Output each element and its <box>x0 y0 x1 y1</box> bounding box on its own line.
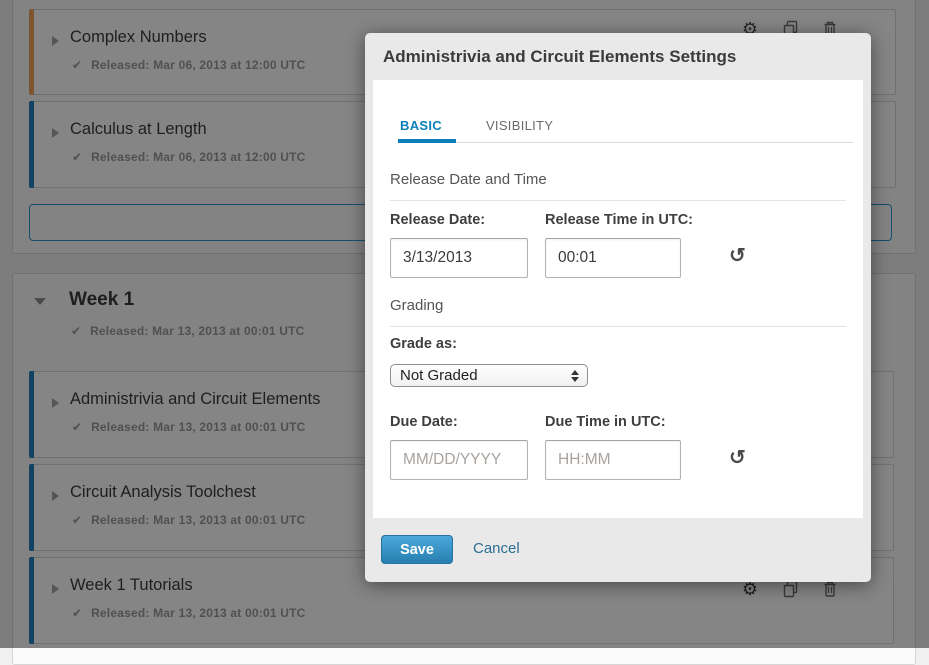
reset-release-icon[interactable]: ↺ <box>729 246 746 266</box>
modal-body: BASIC VISIBILITY Release Date and Time R… <box>373 80 863 518</box>
grade-select[interactable]: Not Graded <box>390 364 588 387</box>
modal-tabs: BASIC VISIBILITY <box>400 118 853 143</box>
reset-due-icon[interactable]: ↺ <box>729 448 746 468</box>
cancel-link[interactable]: Cancel <box>473 540 520 557</box>
release-date-label: Release Date: <box>390 212 485 228</box>
subsection-settings-modal: Administrivia and Circuit Elements Setti… <box>365 33 871 582</box>
modal-title: Administrivia and Circuit Elements Setti… <box>383 45 736 69</box>
tab-visibility[interactable]: VISIBILITY <box>486 118 553 133</box>
due-date-label: Due Date: <box>390 414 458 430</box>
save-button[interactable]: Save <box>381 535 453 564</box>
release-time-label: Release Time in UTC: <box>545 212 693 228</box>
due-date-input[interactable] <box>390 440 528 480</box>
release-section-heading: Release Date and Time <box>390 170 846 201</box>
grade-as-label: Grade as: <box>390 336 457 352</box>
grading-section-heading: Grading <box>390 296 846 327</box>
due-time-input[interactable] <box>545 440 681 480</box>
release-date-input[interactable] <box>390 238 528 278</box>
due-time-label: Due Time in UTC: <box>545 414 666 430</box>
select-arrows-icon <box>571 370 579 382</box>
grade-select-value: Not Graded <box>400 367 478 384</box>
release-time-input[interactable] <box>545 238 681 278</box>
tab-basic[interactable]: BASIC <box>400 118 442 133</box>
